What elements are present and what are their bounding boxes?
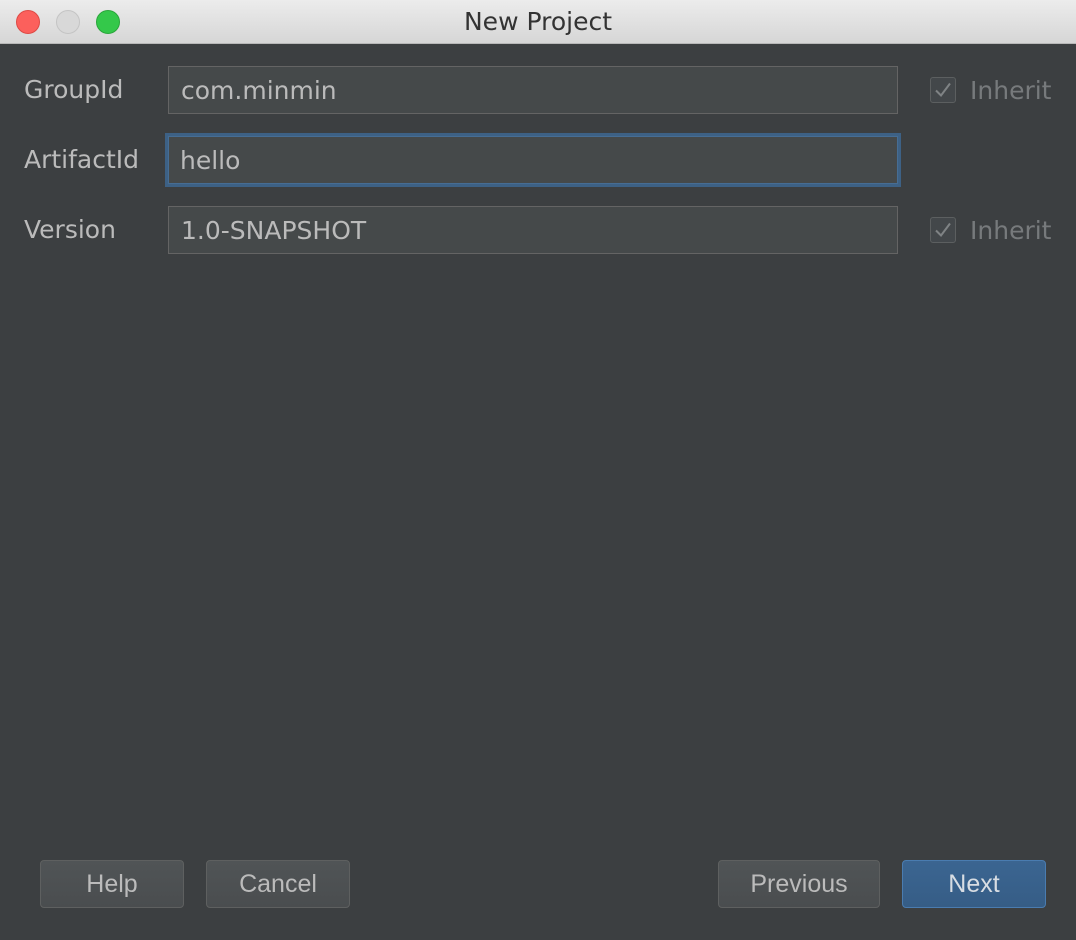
new-project-dialog: New Project GroupId Inherit ArtifactId V…	[0, 0, 1076, 940]
group-id-inherit-checkbox[interactable]	[930, 77, 956, 103]
artifact-id-label: ArtifactId	[24, 145, 140, 174]
help-button[interactable]: Help	[40, 860, 184, 908]
checkmark-icon	[935, 82, 951, 98]
group-id-label: GroupId	[24, 75, 124, 104]
version-input[interactable]	[168, 206, 898, 254]
checkmark-icon	[935, 222, 951, 238]
previous-button[interactable]: Previous	[718, 860, 880, 908]
version-label: Version	[24, 215, 116, 244]
artifact-id-input[interactable]	[165, 133, 901, 187]
group-id-input[interactable]	[168, 66, 898, 114]
window-title: New Project	[463, 7, 612, 36]
version-inherit-label: Inherit	[970, 215, 1052, 245]
title-bar: New Project	[0, 0, 1076, 44]
cancel-button[interactable]: Cancel	[206, 860, 350, 908]
group-id-inherit-label: Inherit	[970, 75, 1052, 105]
next-button[interactable]: Next	[902, 860, 1046, 908]
version-inherit[interactable]: Inherit	[930, 206, 1051, 254]
group-id-inherit[interactable]: Inherit	[930, 66, 1051, 114]
version-inherit-checkbox[interactable]	[930, 217, 956, 243]
